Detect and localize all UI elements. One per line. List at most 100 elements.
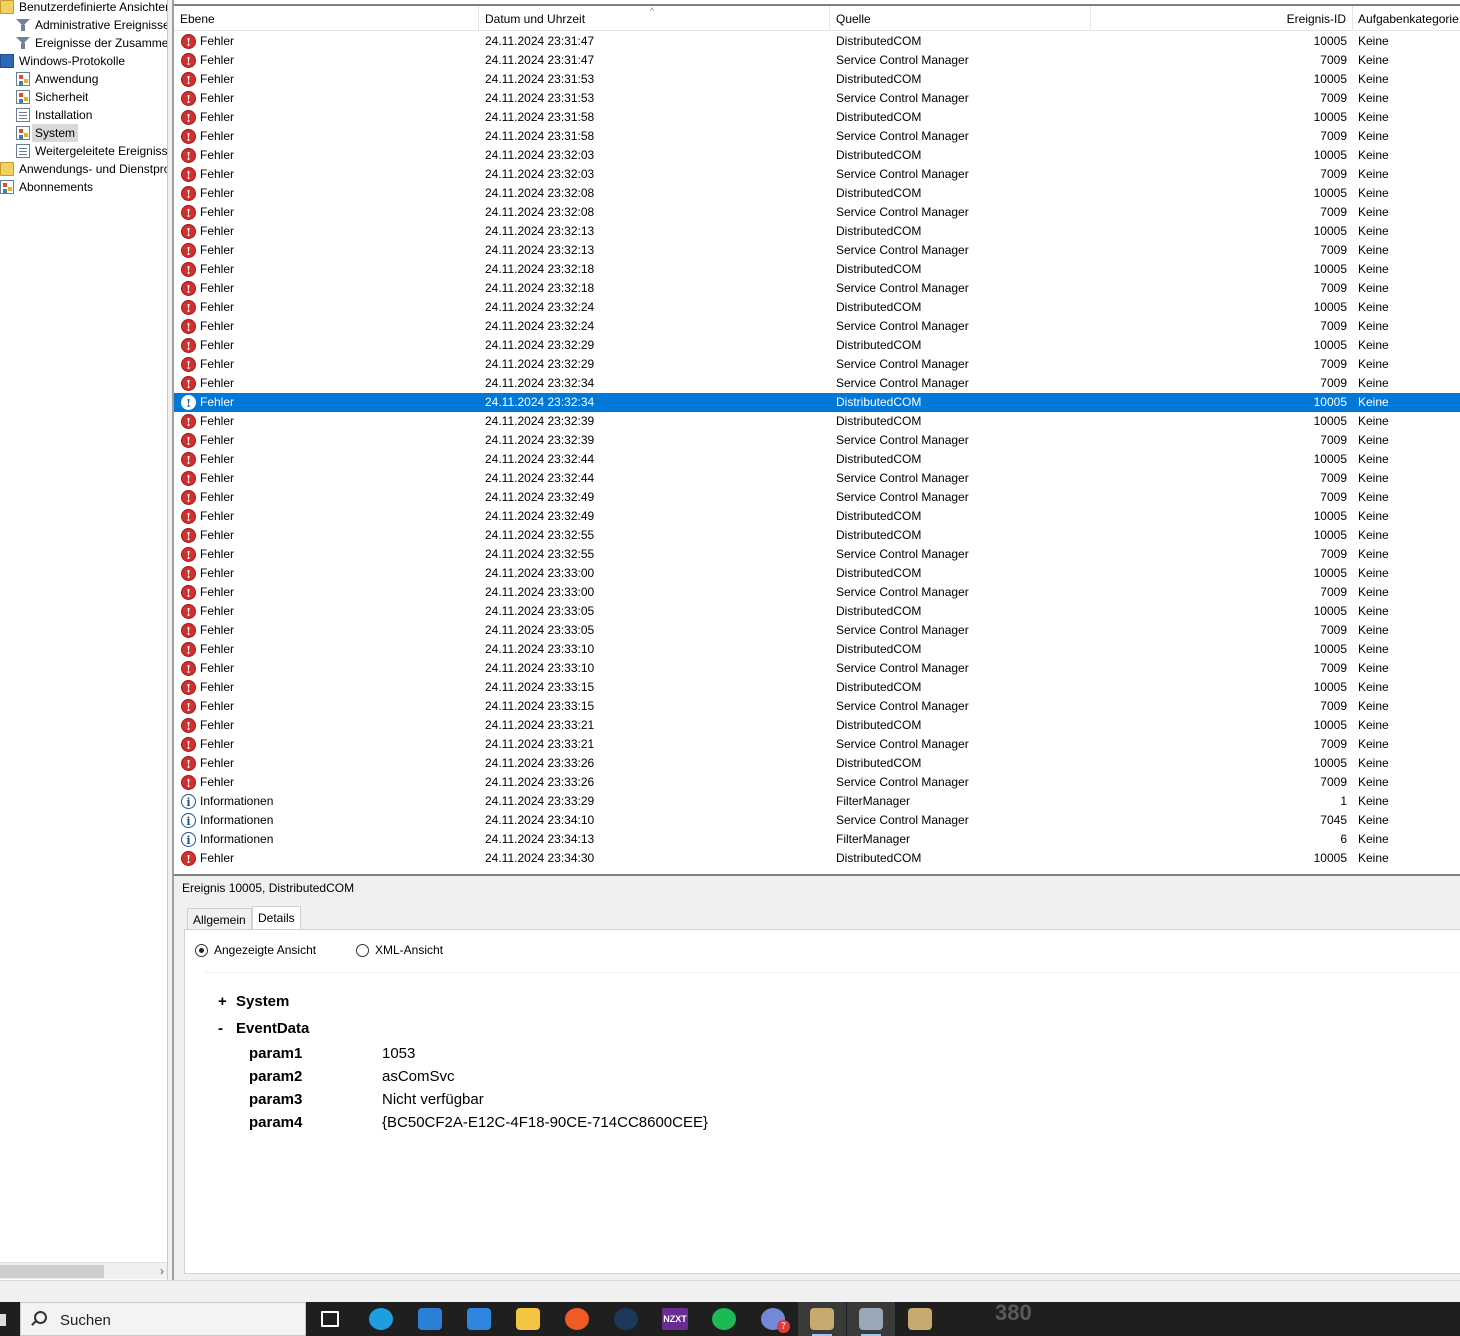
- table-row[interactable]: ! Fehler 24.11.2024 23:33:05 Service Contro…: [174, 621, 1460, 640]
- start-button[interactable]: [0, 1302, 20, 1336]
- table-row[interactable]: ! Fehler 24.11.2024 23:33:15 DistributedCOM…: [174, 678, 1460, 697]
- tree-item-label: Installation: [35, 108, 93, 122]
- table-row[interactable]: ! Fehler 24.11.2024 23:33:26 DistributedCOM…: [174, 754, 1460, 773]
- cell-level: Fehler: [200, 699, 235, 713]
- table-row[interactable]: i Informationen 24.11.2024 23:34:13 FilterM…: [174, 830, 1460, 849]
- explorer-taskbar-button[interactable]: [504, 1302, 552, 1336]
- system-section-toggle[interactable]: + System: [218, 993, 289, 1010]
- cell-date: 24.11.2024 23:32:24: [485, 300, 595, 314]
- firefox-taskbar-button[interactable]: [553, 1302, 601, 1336]
- table-row[interactable]: ! Fehler 24.11.2024 23:31:58 Service Contro…: [174, 127, 1460, 146]
- cell-source: Service Control Manager: [836, 281, 969, 295]
- table-row[interactable]: ! Fehler 24.11.2024 23:32:55 Service Contro…: [174, 545, 1460, 564]
- table-row[interactable]: ! Fehler 24.11.2024 23:32:13 DistributedCOM…: [174, 222, 1460, 241]
- steam-taskbar-button[interactable]: [602, 1302, 650, 1336]
- table-row[interactable]: ! Fehler 24.11.2024 23:33:21 DistributedCOM…: [174, 716, 1460, 735]
- table-row[interactable]: ! Fehler 24.11.2024 23:32:44 DistributedCOM…: [174, 450, 1460, 469]
- table-row[interactable]: ! Fehler 24.11.2024 23:31:47 DistributedCOM…: [174, 32, 1460, 51]
- edge-taskbar-button[interactable]: [357, 1302, 405, 1336]
- cell-event-id: 10005: [1313, 34, 1347, 48]
- table-row[interactable]: i Informationen 24.11.2024 23:33:29 FilterM…: [174, 792, 1460, 811]
- table-row[interactable]: ! Fehler 24.11.2024 23:32:03 Service Contro…: [174, 165, 1460, 184]
- table-row[interactable]: ! Fehler 24.11.2024 23:33:21 Service Contro…: [174, 735, 1460, 754]
- table-row[interactable]: ! Fehler 24.11.2024 23:32:55 DistributedCOM…: [174, 526, 1460, 545]
- event-viewer-taskbar-button[interactable]: [847, 1302, 895, 1336]
- cell-level: Fehler: [200, 547, 235, 561]
- table-row[interactable]: ! Fehler 24.11.2024 23:32:08 Service Contro…: [174, 203, 1460, 222]
- cell-date: 24.11.2024 23:32:13: [485, 243, 595, 257]
- cell-level: Fehler: [200, 452, 235, 466]
- table-row[interactable]: ! Fehler 24.11.2024 23:32:18 DistributedCOM…: [174, 260, 1460, 279]
- table-row[interactable]: ! Fehler 24.11.2024 23:33:05 DistributedCOM…: [174, 602, 1460, 621]
- table-row[interactable]: ! Fehler 24.11.2024 23:32:34 DistributedCOM…: [174, 393, 1460, 412]
- store-taskbar-button[interactable]: [406, 1302, 454, 1336]
- table-row[interactable]: i Informationen 24.11.2024 23:34:10 Service…: [174, 811, 1460, 830]
- table-row[interactable]: ! Fehler 24.11.2024 23:32:29 DistributedCOM…: [174, 336, 1460, 355]
- cell-level: Fehler: [200, 72, 235, 86]
- table-row[interactable]: ! Fehler 24.11.2024 23:31:53 DistributedCOM…: [174, 70, 1460, 89]
- event-list: Ebene Datum und Uhrzeit ^ Quelle Ereigni…: [174, 4, 1460, 870]
- sort-arrow-icon: ^: [650, 6, 655, 16]
- list-header: Ebene Datum und Uhrzeit ^ Quelle Ereigni…: [174, 6, 1460, 31]
- league-client-taskbar-button[interactable]: [896, 1302, 944, 1336]
- table-row[interactable]: ! Fehler 24.11.2024 23:32:49 DistributedCOM…: [174, 507, 1460, 526]
- table-row[interactable]: ! Fehler 24.11.2024 23:31:58 DistributedCOM…: [174, 108, 1460, 127]
- spotify-taskbar-button[interactable]: [700, 1302, 748, 1336]
- table-row[interactable]: ! Fehler 24.11.2024 23:33:00 Service Contro…: [174, 583, 1460, 602]
- search-icon: [31, 1311, 47, 1325]
- tab-details[interactable]: Details: [252, 906, 301, 930]
- cell-level: Fehler: [200, 433, 235, 447]
- table-row[interactable]: ! Fehler 24.11.2024 23:33:26 Service Contro…: [174, 773, 1460, 792]
- error-icon: !: [181, 281, 196, 296]
- cell-date: 24.11.2024 23:32:08: [485, 186, 595, 200]
- table-row[interactable]: ! Fehler 24.11.2024 23:32:49 Service Contro…: [174, 488, 1460, 507]
- table-row[interactable]: ! Fehler 24.11.2024 23:31:47 Service Contro…: [174, 51, 1460, 70]
- table-row[interactable]: ! Fehler 24.11.2024 23:32:39 DistributedCOM…: [174, 412, 1460, 431]
- table-row[interactable]: ! Fehler 24.11.2024 23:31:53 Service Contro…: [174, 89, 1460, 108]
- league-taskbar-button[interactable]: [798, 1302, 846, 1336]
- cell-level: Fehler: [200, 737, 235, 751]
- column-header-level[interactable]: Ebene: [174, 6, 479, 31]
- table-row[interactable]: ! Fehler 24.11.2024 23:32:39 Service Contro…: [174, 431, 1460, 450]
- mail-taskbar-button[interactable]: [455, 1302, 503, 1336]
- task-view-taskbar-button[interactable]: [306, 1302, 354, 1336]
- table-row[interactable]: ! Fehler 24.11.2024 23:33:15 Service Contro…: [174, 697, 1460, 716]
- tab-allgemein[interactable]: Allgemein: [187, 908, 252, 930]
- column-header-source[interactable]: Quelle: [830, 6, 1091, 31]
- column-header-event-id[interactable]: Ereignis-ID: [1091, 6, 1353, 31]
- cell-source: Service Control Manager: [836, 699, 969, 713]
- error-icon: !: [181, 53, 196, 68]
- cell-level: Fehler: [200, 262, 235, 276]
- table-row[interactable]: ! Fehler 24.11.2024 23:32:13 Service Contro…: [174, 241, 1460, 260]
- table-row[interactable]: ! Fehler 24.11.2024 23:32:29 Service Contro…: [174, 355, 1460, 374]
- table-row[interactable]: ! Fehler 24.11.2024 23:33:10 Service Contro…: [174, 659, 1460, 678]
- table-row[interactable]: ! Fehler 24.11.2024 23:32:24 Service Contro…: [174, 317, 1460, 336]
- background-number: 380: [995, 1300, 1032, 1325]
- taskbar-search[interactable]: Suchen: [20, 1302, 306, 1336]
- store-icon: [418, 1308, 442, 1330]
- cell-task-category: Keine: [1358, 794, 1389, 808]
- eventdata-section-toggle[interactable]: - EventData: [218, 1020, 309, 1037]
- cell-source: Service Control Manager: [836, 167, 969, 181]
- table-row[interactable]: ! Fehler 24.11.2024 23:34:30 DistributedCOM…: [174, 849, 1460, 868]
- table-row[interactable]: ! Fehler 24.11.2024 23:32:08 DistributedCOM…: [174, 184, 1460, 203]
- cell-source: Service Control Manager: [836, 129, 969, 143]
- table-row[interactable]: ! Fehler 24.11.2024 23:33:00 DistributedCOM…: [174, 564, 1460, 583]
- nzxt-taskbar-button[interactable]: NZXT: [651, 1302, 699, 1336]
- scrollbar-thumb[interactable]: [0, 1265, 104, 1278]
- tree-horizontal-scrollbar[interactable]: ›: [0, 1262, 167, 1280]
- column-header-task-category[interactable]: Aufgabenkategorie: [1352, 6, 1460, 31]
- table-row[interactable]: ! Fehler 24.11.2024 23:32:44 Service Contro…: [174, 469, 1460, 488]
- cell-source: Service Control Manager: [836, 490, 969, 504]
- scroll-right-arrow-icon[interactable]: ›: [160, 1263, 164, 1280]
- error-icon: !: [181, 34, 196, 49]
- column-header-date[interactable]: Datum und Uhrzeit: [479, 6, 830, 31]
- table-row[interactable]: ! Fehler 24.11.2024 23:33:10 DistributedCOM…: [174, 640, 1460, 659]
- discord-taskbar-button[interactable]: 7: [749, 1302, 797, 1336]
- cell-event-id: 6: [1340, 832, 1347, 846]
- table-row[interactable]: ! Fehler 24.11.2024 23:32:34 Service Contro…: [174, 374, 1460, 393]
- collapse-icon: -: [218, 1020, 223, 1037]
- table-row[interactable]: ! Fehler 24.11.2024 23:32:18 Service Contro…: [174, 279, 1460, 298]
- table-row[interactable]: ! Fehler 24.11.2024 23:32:24 DistributedCOM…: [174, 298, 1460, 317]
- table-row[interactable]: ! Fehler 24.11.2024 23:32:03 DistributedCOM…: [174, 146, 1460, 165]
